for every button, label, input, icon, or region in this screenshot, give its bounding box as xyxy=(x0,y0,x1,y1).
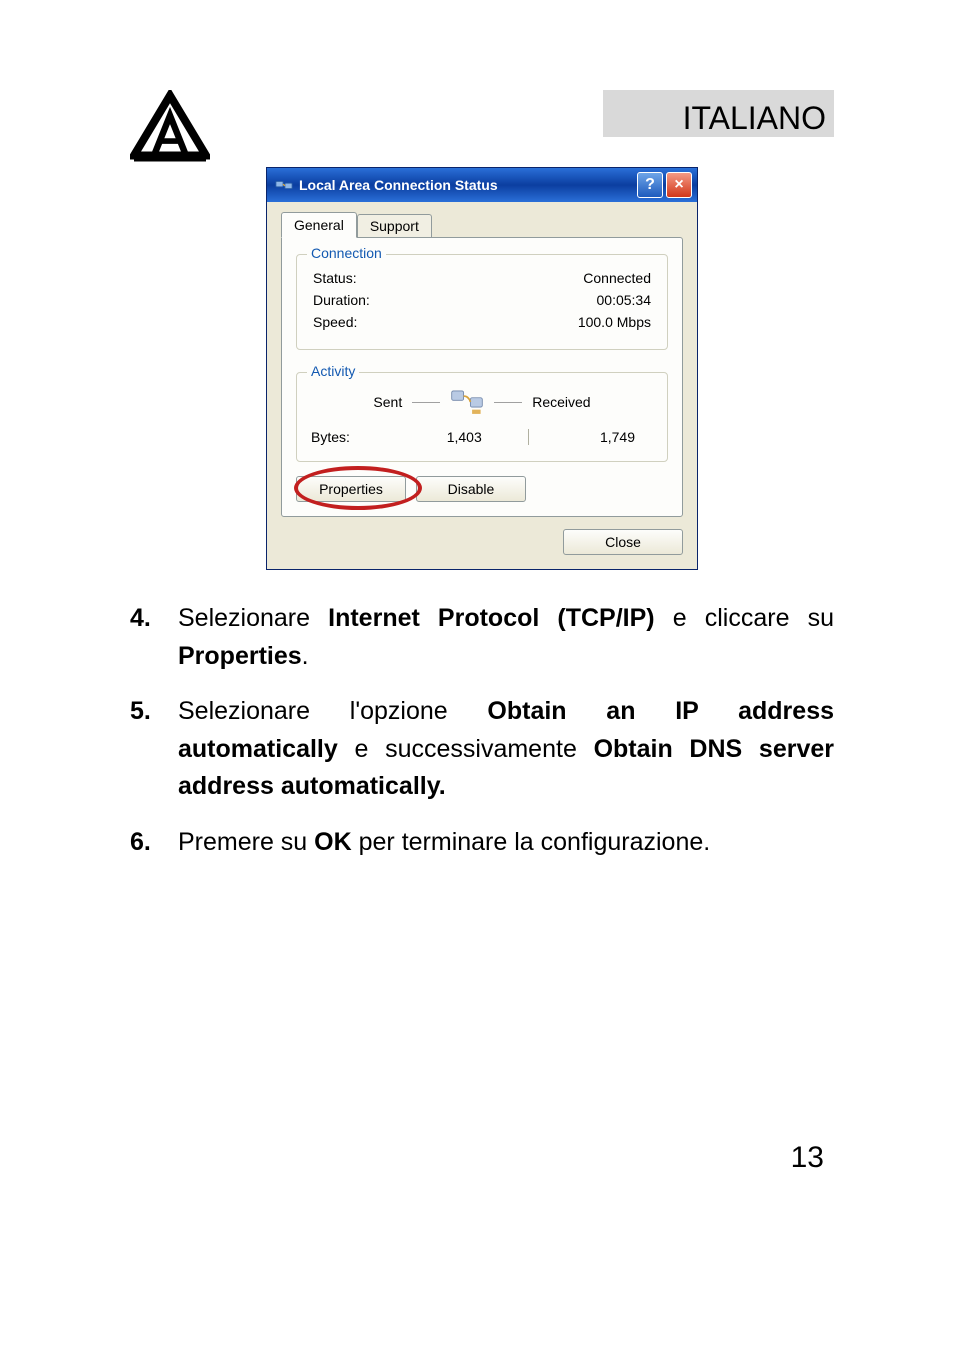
speed-label: Speed: xyxy=(313,314,357,330)
instruction-list: 4.Selezionare Internet Protocol (TCP/IP)… xyxy=(130,600,834,861)
close-button[interactable]: Close xyxy=(563,529,683,555)
disable-button[interactable]: Disable xyxy=(416,476,526,502)
page-number: 13 xyxy=(130,1141,834,1175)
instruction-number: 6. xyxy=(130,824,178,862)
activity-legend: Activity xyxy=(307,363,359,379)
instruction-text: Selezionare Internet Protocol (TCP/IP) e… xyxy=(178,600,834,675)
activity-icon xyxy=(450,387,484,417)
instruction-item: 6.Premere su OK per terminare la configu… xyxy=(130,824,834,862)
duration-label: Duration: xyxy=(313,292,370,308)
help-button[interactable]: ? xyxy=(637,172,663,198)
instruction-number: 4. xyxy=(130,600,178,675)
properties-button[interactable]: Properties xyxy=(296,476,406,502)
bytes-label: Bytes: xyxy=(311,429,421,445)
status-label: Status: xyxy=(313,270,357,286)
bytes-received: 1,749 xyxy=(549,429,654,445)
line-left xyxy=(412,402,440,403)
language-label: ITALIANO xyxy=(603,90,834,137)
separator xyxy=(528,429,529,445)
instruction-item: 4.Selezionare Internet Protocol (TCP/IP)… xyxy=(130,600,834,675)
connection-status-dialog: Local Area Connection Status ? × General… xyxy=(266,167,698,570)
dialog-titlebar[interactable]: Local Area Connection Status ? × xyxy=(267,168,697,202)
tab-support[interactable]: Support xyxy=(357,214,432,238)
received-label: Received xyxy=(532,394,590,410)
logo xyxy=(130,90,210,170)
network-icon xyxy=(275,176,293,194)
duration-value: 00:05:34 xyxy=(597,292,652,308)
bytes-sent: 1,403 xyxy=(421,429,508,445)
instruction-item: 5.Selezionare l'opzione Obtain an IP add… xyxy=(130,693,834,806)
dialog-title: Local Area Connection Status xyxy=(299,177,634,193)
instruction-text: Premere su OK per terminare la configura… xyxy=(178,824,834,862)
instruction-text: Selezionare l'opzione Obtain an IP addre… xyxy=(178,693,834,806)
line-right xyxy=(494,402,522,403)
tab-general[interactable]: General xyxy=(281,212,357,238)
connection-legend: Connection xyxy=(307,245,386,261)
sent-label: Sent xyxy=(373,394,402,410)
speed-value: 100.0 Mbps xyxy=(578,314,651,330)
instruction-number: 5. xyxy=(130,693,178,806)
status-value: Connected xyxy=(583,270,651,286)
close-x-button[interactable]: × xyxy=(666,172,692,198)
